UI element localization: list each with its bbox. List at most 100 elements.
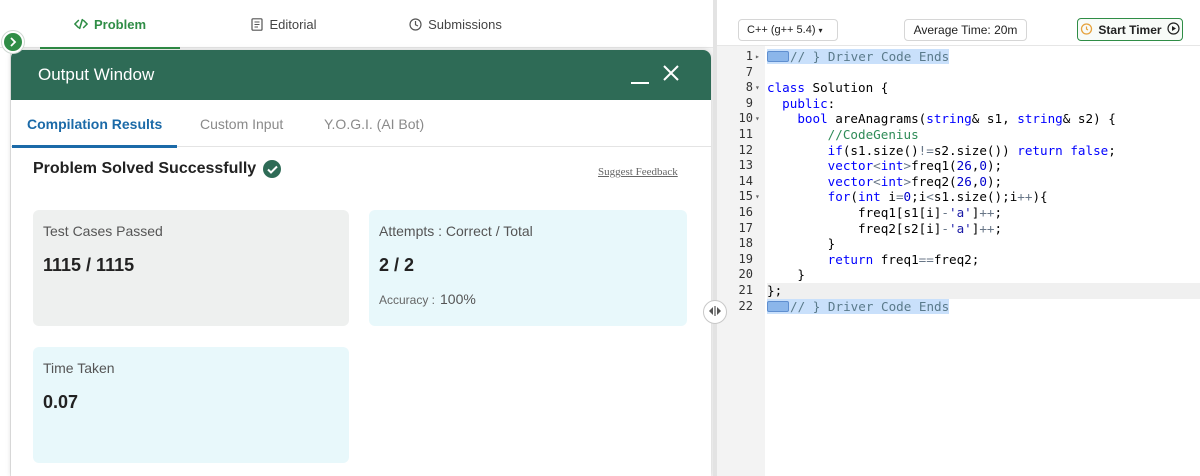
attempts-value: 2 / 2 (379, 255, 415, 275)
code-text: for(int i=0;i<s1.size();i++){ (827, 189, 1048, 205)
code-line[interactable]: 19 return freq1==freq2; (717, 252, 1200, 268)
code-text: public: (782, 95, 836, 111)
problem-tabs: Problem Editorial Submissions (0, 0, 713, 49)
code-line[interactable]: 12 if(s1.size()!=s2.size()) return false… (717, 143, 1200, 159)
code-line[interactable]: 8 ▾ class Solution { (717, 80, 1200, 96)
chevron-down-icon: ▾ (818, 25, 823, 35)
code-line[interactable]: 13 vector<int>freq1(26,0); (717, 158, 1200, 174)
chevron-right-icon (9, 35, 17, 50)
time-taken-label: Time Taken (43, 360, 115, 376)
tab-submissions[interactable]: Submissions (390, 0, 520, 48)
side-gutter (0, 48, 11, 476)
resize-handle[interactable] (703, 300, 727, 324)
code-line[interactable]: 15 ▾ for(int i=0;i<s1.size();i++){ (717, 189, 1200, 205)
fold-toggle-icon[interactable]: ▸ (755, 49, 760, 65)
line-number: 20 (738, 267, 753, 282)
code-text: }; (767, 283, 1200, 299)
editor-toolbar: C++ (g++ 5.4) ▾ Average Time: 20m Start … (717, 0, 1200, 46)
code-line[interactable]: 7 (717, 65, 1200, 81)
line-number: 1 (745, 49, 753, 63)
code-editor[interactable]: 1 ▸ // } Driver Code Ends 7 8 ▾ class Solution… (717, 46, 1200, 476)
expand-sidebar-button[interactable] (2, 31, 24, 53)
editor-pane: C++ (g++ 5.4) ▾ Average Time: 20m Start … (717, 0, 1200, 476)
tab-problem[interactable]: Problem (40, 0, 180, 49)
problem-pane: Problem Editorial Submissions Output Win… (0, 0, 713, 476)
resize-arrows-icon (708, 303, 722, 321)
code-text: } (767, 267, 805, 283)
output-tabs: Compilation Results Custom Input Y.O.G.I… (11, 100, 711, 148)
close-button[interactable] (661, 62, 681, 84)
status-row: Problem Solved Successfully (33, 160, 282, 178)
line-number: 18 (738, 236, 753, 251)
line-number: 12 (738, 142, 753, 157)
accuracy-value: 100% (440, 291, 476, 307)
test-cases-label: Test Cases Passed (43, 223, 163, 239)
code-line[interactable]: 11 //CodeGenius (717, 127, 1200, 143)
start-timer-button[interactable]: Start Timer (1077, 18, 1183, 41)
code-text: // } Driver Code Ends (767, 49, 1200, 65)
language-select[interactable]: C++ (g++ 5.4) ▾ (738, 19, 838, 41)
fold-toggle-icon[interactable]: ▾ (755, 111, 760, 127)
document-icon (250, 17, 264, 31)
status-message: Problem Solved Successfully (33, 160, 257, 177)
code-text: vector<int>freq1(26,0); (827, 158, 1003, 174)
folded-code-icon[interactable] (767, 51, 789, 62)
suggest-feedback-link[interactable]: Suggest Feedback (598, 166, 678, 178)
attempts-label: Attempts : Correct / Total (379, 223, 533, 239)
code-line[interactable]: 18 } (717, 236, 1200, 252)
fold-toggle-icon[interactable]: ▾ (755, 80, 760, 96)
code-line[interactable]: 9 public: (717, 96, 1200, 112)
fold-toggle-icon[interactable]: ▾ (755, 189, 760, 205)
code-text: // } Driver Code Ends (767, 298, 1200, 315)
line-number: 14 (738, 173, 753, 188)
output-window-title: Output Window (38, 65, 155, 84)
language-value: C++ (g++ 5.4) (747, 24, 816, 36)
tab-yogi-ai-bot[interactable]: Y.O.G.I. (AI Bot) (324, 100, 424, 147)
code-line[interactable]: 16 freq1[s1[i]-'a']++; (717, 205, 1200, 221)
code-text: freq2[s2[i]-'a']++; (767, 220, 1003, 236)
code-line[interactable]: 21}; (717, 283, 1200, 299)
code-text: } (767, 236, 836, 252)
code-line[interactable]: 20 } (717, 267, 1200, 283)
line-number: 21 (738, 283, 753, 297)
test-cases-card: Test Cases Passed 1115 / 1115 (33, 210, 349, 326)
tab-compilation-results[interactable]: Compilation Results (11, 100, 178, 148)
line-number: 19 (738, 251, 753, 266)
line-number: 11 (738, 127, 753, 141)
line-number: 15 (738, 189, 753, 204)
code-line[interactable]: 22// } Driver Code Ends (717, 298, 1200, 315)
code-text: vector<int>freq2(26,0); (827, 173, 1003, 189)
line-number: 17 (738, 220, 753, 235)
tab-custom-input[interactable]: Custom Input (200, 100, 283, 147)
check-circle-icon (263, 160, 282, 178)
start-timer-label: Start Timer (1098, 22, 1162, 37)
line-number: 16 (738, 205, 753, 219)
code-text: bool areAnagrams(string& s1, string& s2)… (797, 111, 1116, 127)
code-text: if(s1.size()!=s2.size()) return false; (827, 142, 1116, 158)
alarm-clock-icon (1080, 22, 1093, 38)
clock-icon (408, 17, 422, 31)
accuracy-label: Accuracy : (379, 293, 436, 307)
tab-editorial[interactable]: Editorial (218, 0, 348, 48)
minimize-button[interactable] (631, 64, 649, 84)
time-taken-value: 0.07 (43, 392, 79, 412)
code-line[interactable]: 10 ▾ bool areAnagrams(string& s1, string&… (717, 111, 1200, 127)
minimize-icon (631, 82, 649, 84)
folded-code-icon[interactable] (767, 300, 789, 312)
code-line[interactable]: 17 freq2[s2[i]-'a']++; (717, 221, 1200, 237)
attempts-card: Attempts : Correct / Total 2 / 2 Accurac… (369, 210, 687, 326)
code-text: freq1[s1[i]-'a']++; (767, 205, 1003, 220)
close-icon (663, 65, 679, 81)
accuracy-row: Accuracy : 100% (379, 291, 677, 307)
line-number: 13 (738, 158, 753, 173)
line-number: 10 (738, 111, 753, 126)
line-number: 9 (745, 95, 753, 110)
line-number: 7 (745, 64, 753, 79)
time-taken-card: Time Taken 0.07 (33, 347, 349, 463)
test-cases-value: 1115 / 1115 (43, 255, 135, 275)
code-text: return freq1==freq2; (827, 251, 980, 267)
code-line[interactable]: 14 vector<int>freq2(26,0); (717, 174, 1200, 190)
code-icon (74, 17, 88, 31)
code-line[interactable]: 1 ▸ // } Driver Code Ends (717, 49, 1200, 65)
